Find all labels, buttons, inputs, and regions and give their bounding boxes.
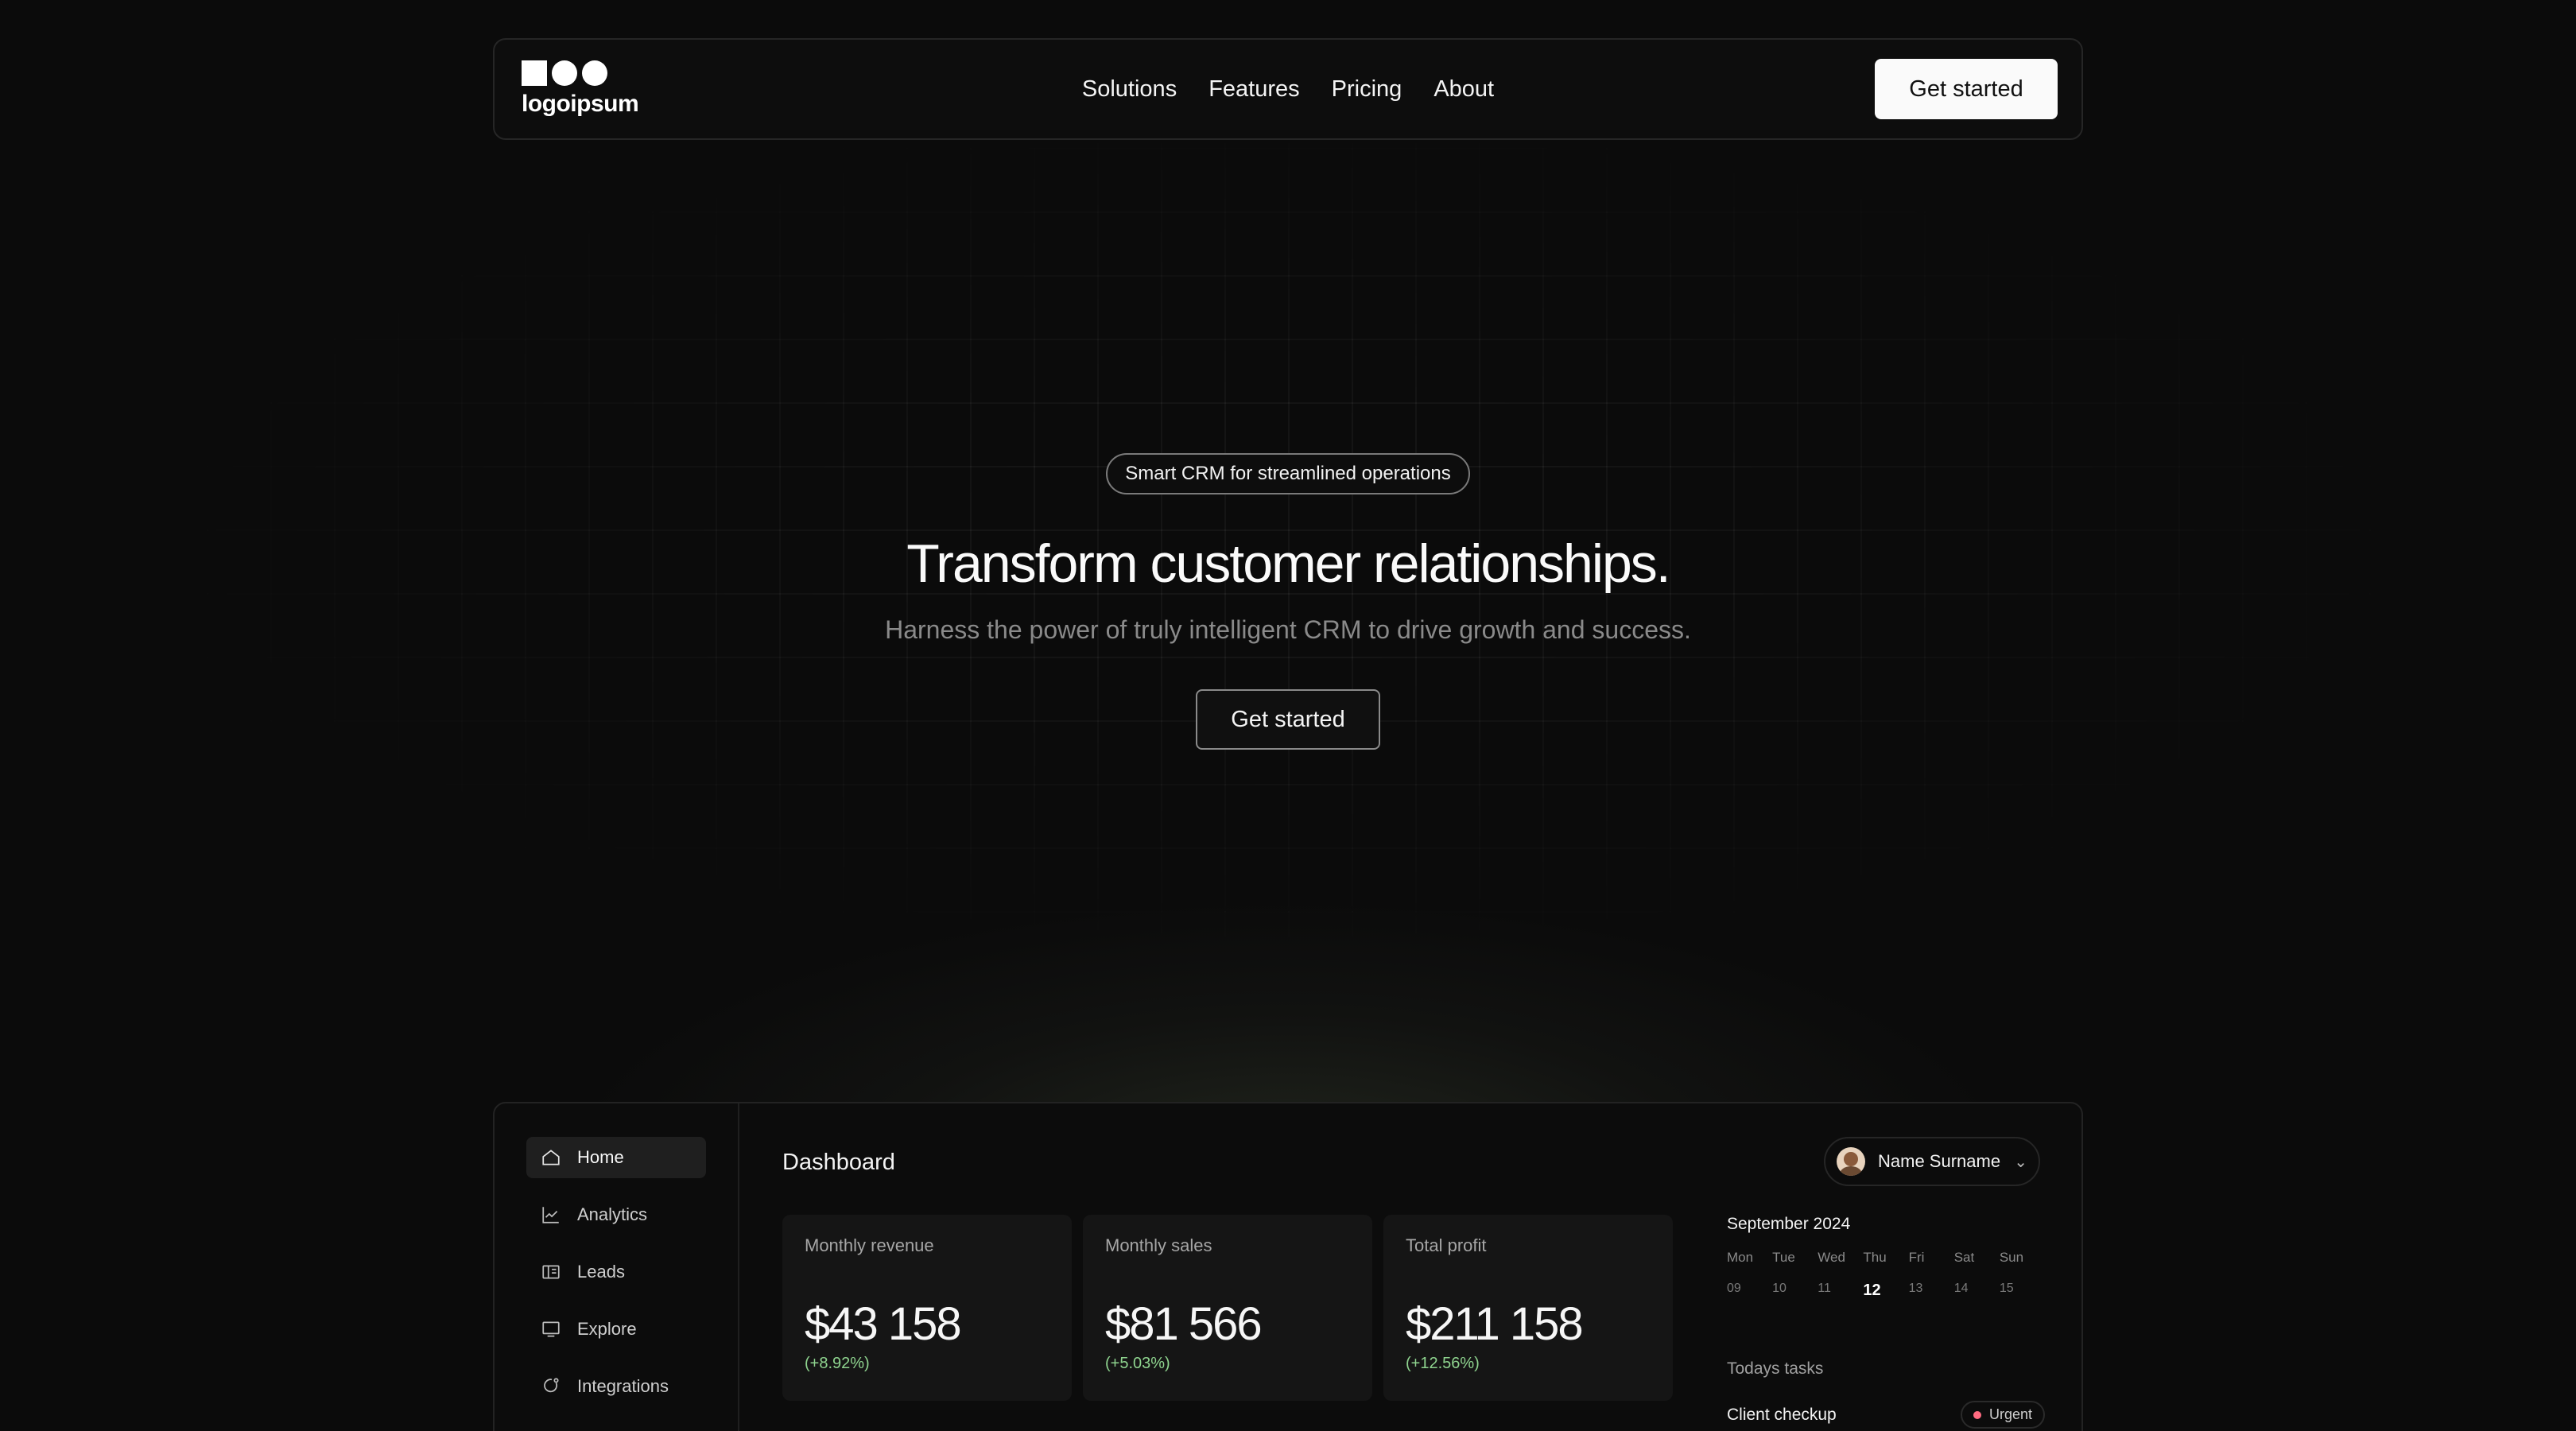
avatar xyxy=(1837,1147,1865,1176)
dashboard-sidebar: Home Analytics Leads Explore Integration… xyxy=(495,1103,739,1431)
stats-cards: Monthly revenue $43 158 (+8.92%) Monthly… xyxy=(782,1215,1673,1401)
stat-card-revenue: Monthly revenue $43 158 (+8.92%) xyxy=(782,1215,1072,1401)
calendar-date[interactable]: 15 xyxy=(2000,1282,2045,1300)
weekday-label: Tue xyxy=(1772,1250,1795,1265)
nav-link-features[interactable]: Features xyxy=(1208,76,1299,103)
hero-get-started-button[interactable]: Get started xyxy=(1196,689,1380,750)
nav-get-started-button[interactable]: Get started xyxy=(1875,59,2058,119)
sidebar-item-integrations[interactable]: Integrations xyxy=(526,1366,706,1407)
calendar-date[interactable]: 14 xyxy=(1954,1282,2000,1300)
dashboard-preview: Home Analytics Leads Explore Integration… xyxy=(493,1102,2083,1431)
monitor-icon xyxy=(542,1321,560,1337)
hero-subtitle: Harness the power of truly intelligent C… xyxy=(885,615,1691,644)
hero-title: Transform customer relationships. xyxy=(906,533,1670,594)
dashboard-title: Dashboard xyxy=(782,1150,895,1175)
integrations-icon xyxy=(544,1378,559,1393)
hero-badge: Smart CRM for streamlined operations xyxy=(1106,453,1470,494)
sidebar-item-label: Leads xyxy=(577,1262,625,1282)
stat-value: $211 158 xyxy=(1406,1298,1584,1350)
stat-label: Monthly sales xyxy=(1105,1235,1212,1255)
chevron-down-icon: ⌄ xyxy=(2014,1153,2027,1171)
stat-card-sales: Monthly sales $81 566 (+5.03%) xyxy=(1083,1215,1372,1401)
sidebar-item-leads[interactable]: Leads xyxy=(526,1251,706,1293)
calendar-date[interactable]: 11 xyxy=(1818,1282,1863,1300)
calendar-date[interactable]: 09 xyxy=(1727,1282,1772,1300)
weekday-label: Mon xyxy=(1727,1250,1754,1265)
logo-mark-icon xyxy=(522,60,638,86)
home-icon xyxy=(542,1150,560,1165)
calendar-date[interactable]: 13 xyxy=(1909,1282,1954,1300)
weekday-label: Sat xyxy=(1953,1250,1975,1265)
task-name: Client checkup xyxy=(1727,1405,1837,1424)
logo-text: logoipsum xyxy=(522,91,639,117)
stat-delta: (+12.56%) xyxy=(1406,1355,1480,1372)
weekday-label: Fri xyxy=(1908,1250,1925,1265)
weekday-label: Wed xyxy=(1818,1250,1845,1265)
stat-label: Monthly revenue xyxy=(805,1235,934,1255)
weekday-label: Thu xyxy=(1863,1250,1887,1265)
user-name: Name Surname xyxy=(1878,1151,2001,1171)
nav-link-about[interactable]: About xyxy=(1433,76,1494,103)
sidebar-item-label: Analytics xyxy=(577,1204,648,1224)
chart-icon xyxy=(542,1207,559,1224)
calendar-month: September 2024 xyxy=(1727,1215,1851,1233)
weekday-label: Sun xyxy=(1999,1250,2024,1265)
sidebar-item-label: Integrations xyxy=(577,1376,669,1396)
tasks-heading: Todays tasks xyxy=(1727,1359,1824,1378)
leads-icon xyxy=(542,1265,560,1279)
priority-label: Urgent xyxy=(1988,1406,2032,1422)
landing-page: logoipsum Solutions Features Pricing Abo… xyxy=(0,0,2576,1431)
stat-value: $81 566 xyxy=(1105,1298,1263,1350)
navbar: logoipsum Solutions Features Pricing Abo… xyxy=(493,38,2083,140)
sidebar-item-analytics[interactable]: Analytics xyxy=(526,1194,706,1235)
sidebar-item-home[interactable]: Home xyxy=(526,1137,706,1178)
stat-label: Total profit xyxy=(1406,1235,1487,1255)
stat-delta: (+5.03%) xyxy=(1105,1355,1170,1372)
priority-badge: Urgent xyxy=(1960,1401,2045,1429)
calendar-date-today[interactable]: 12 xyxy=(1863,1282,1908,1300)
logo[interactable]: logoipsum xyxy=(522,60,639,118)
nav-link-pricing[interactable]: Pricing xyxy=(1332,76,1402,103)
nav-links: Solutions Features Pricing About xyxy=(1082,76,1494,103)
sidebar-item-explore[interactable]: Explore xyxy=(526,1309,706,1350)
calendar-widget: September 2024 Mon Tue Wed Thu Fri Sat S… xyxy=(1727,1215,2045,1300)
stat-card-profit: Total profit $211 158 (+12.56%) xyxy=(1383,1215,1673,1401)
stat-value: $43 158 xyxy=(805,1298,962,1350)
nav-link-solutions[interactable]: Solutions xyxy=(1082,76,1177,103)
sidebar-item-label: Explore xyxy=(577,1319,637,1339)
user-menu[interactable]: Name Surname ⌄ xyxy=(1824,1137,2040,1186)
hero-section: Smart CRM for streamlined operations Tra… xyxy=(0,453,2576,750)
dashboard-main: Dashboard Name Surname ⌄ Monthly revenue… xyxy=(739,1103,2081,1431)
calendar-weekdays: Mon Tue Wed Thu Fri Sat Sun xyxy=(1727,1250,2045,1266)
task-item[interactable]: Client checkup Urgent xyxy=(1727,1401,2045,1429)
status-dot-icon xyxy=(1973,1410,1981,1419)
calendar-date[interactable]: 10 xyxy=(1772,1282,1818,1300)
calendar-dates: 09 10 11 12 13 14 15 xyxy=(1727,1282,2045,1300)
stat-delta: (+8.92%) xyxy=(805,1355,870,1372)
sidebar-item-label: Home xyxy=(577,1147,624,1167)
